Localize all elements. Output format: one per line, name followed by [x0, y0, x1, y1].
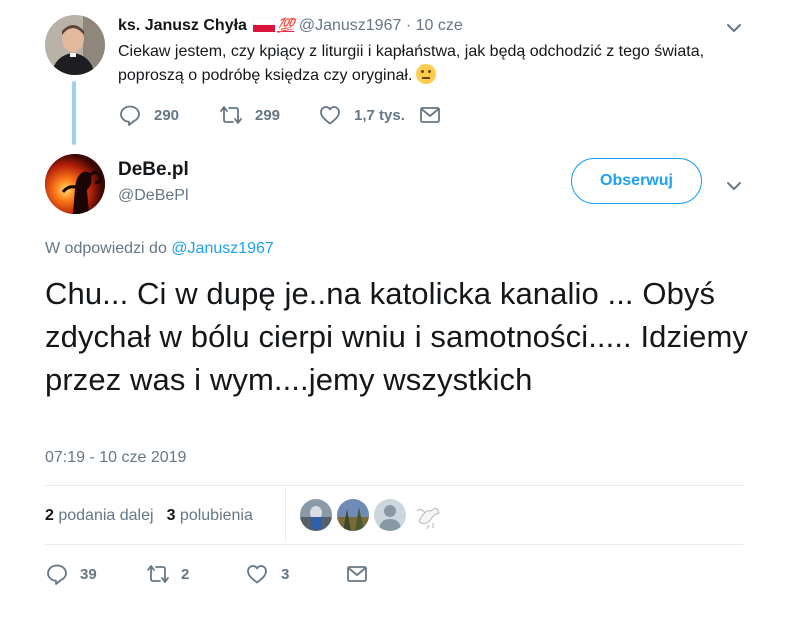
- envelope-icon: [420, 107, 440, 123]
- direct-message-button[interactable]: [345, 562, 369, 586]
- stats-separator: [285, 488, 286, 542]
- heart-icon: [247, 565, 267, 584]
- likes-stat-count: 3: [166, 507, 176, 524]
- likes-stat[interactable]: 3 polubienia: [167, 505, 253, 527]
- thread-connector-line: [72, 81, 76, 145]
- main-tweet-text: Chu... Ci w dupę je..na katolicka kanali…: [45, 276, 748, 397]
- divider-top: [45, 485, 743, 486]
- liker-avatar[interactable]: [411, 499, 443, 531]
- like-count: 1,7 tys.: [354, 106, 405, 124]
- chevron-down-icon[interactable]: [724, 18, 744, 38]
- liker-avatar[interactable]: [337, 499, 369, 531]
- main-author-handle[interactable]: @DeBePl: [118, 185, 189, 207]
- header-separator: ·: [405, 17, 412, 34]
- retweet-button[interactable]: 299: [218, 103, 318, 127]
- thinking-face-icon: [416, 64, 437, 84]
- reply-to-handle-link[interactable]: @Janusz1967: [171, 240, 274, 257]
- parent-author-avatar[interactable]: [45, 15, 105, 75]
- envelope-icon: [347, 566, 367, 582]
- retweet-count: 299: [255, 106, 281, 124]
- parent-author-handle[interactable]: @Janusz1967: [299, 17, 402, 34]
- poland-flag-icon: [252, 18, 275, 32]
- parent-author-name[interactable]: ks. Janusz Chyła: [118, 17, 247, 34]
- likes-stat-label: polubienia: [179, 507, 253, 524]
- parent-tweet-time[interactable]: 10 cze: [416, 17, 463, 34]
- liker-avatar[interactable]: [374, 499, 406, 531]
- reply-context: W odpowiedzi do @Janusz1967: [45, 238, 274, 260]
- main-tweet-actions: 39 2 3: [45, 562, 369, 586]
- main-tweet-timestamp[interactable]: 07:19 - 10 cze 2019: [45, 447, 186, 469]
- retweet-icon: [220, 106, 242, 124]
- reply-button[interactable]: 290: [118, 103, 218, 127]
- retweet-icon: [147, 565, 169, 583]
- like-button[interactable]: 1,7 tys.: [318, 103, 418, 127]
- reply-count: 39: [80, 565, 97, 583]
- reply-count: 290: [154, 106, 180, 124]
- parent-tweet-header: ks. Janusz Chyła 💯 @Janusz1967 · 10 cze: [118, 14, 463, 37]
- retweet-count: 2: [181, 565, 190, 583]
- retweets-stat-label: podania dalej: [58, 507, 154, 524]
- reply-button[interactable]: 39: [45, 562, 145, 586]
- parent-tweet-body: Ciekaw jestem, czy kpiący z liturgii i k…: [118, 43, 705, 84]
- retweets-stat[interactable]: 2 podania dalej: [45, 505, 154, 527]
- main-author-avatar[interactable]: [45, 154, 105, 214]
- like-button[interactable]: 3: [245, 562, 345, 586]
- hundred-points-icon: 💯: [276, 17, 295, 33]
- follow-button[interactable]: Obserwuj: [571, 158, 702, 204]
- heart-icon: [320, 106, 340, 125]
- retweet-button[interactable]: 2: [145, 562, 245, 586]
- like-count: 3: [281, 565, 290, 583]
- direct-message-button[interactable]: [418, 103, 442, 127]
- engagement-stats: 2 podania dalej 3 polubienia: [45, 505, 253, 527]
- parent-tweet-text: Ciekaw jestem, czy kpiący z liturgii i k…: [118, 40, 718, 88]
- main-author-name[interactable]: DeBe.pl: [118, 158, 189, 182]
- liker-avatar[interactable]: [300, 499, 332, 531]
- retweets-stat-count: 2: [45, 507, 54, 524]
- parent-tweet[interactable]: ks. Janusz Chyła 💯 @Janusz1967 · 10 cze C…: [0, 0, 786, 145]
- likers-avatars: [300, 499, 448, 531]
- reply-icon: [47, 564, 67, 585]
- chevron-down-icon[interactable]: [724, 176, 744, 196]
- divider-bottom: [45, 544, 743, 545]
- parent-tweet-actions: 290 299 1,7 tys.: [118, 103, 442, 127]
- reply-context-prefix: W odpowiedzi do: [45, 240, 167, 257]
- reply-icon: [120, 105, 140, 126]
